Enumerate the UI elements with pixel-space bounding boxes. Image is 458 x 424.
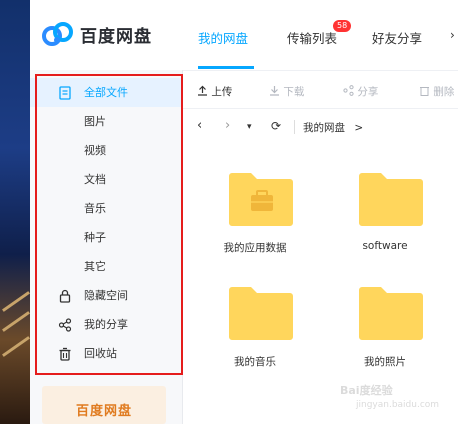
app-logo-text: 百度网盘	[80, 27, 152, 47]
delete-label: 删除	[433, 86, 455, 98]
sidebar-item-other[interactable]: 其它	[30, 252, 182, 281]
document-icon	[59, 86, 71, 100]
sidebar-item-label: 音乐	[84, 202, 106, 215]
refresh-icon[interactable]: ⟳	[271, 119, 281, 133]
folder-icon	[359, 173, 423, 226]
folder-item[interactable]: 我的音乐	[205, 284, 305, 384]
baidu-netdisk-window: 百度网盘 我的网盘 传输列表 58 好友分享 › 全部文件 图片 视频 文档 音…	[30, 0, 458, 424]
share-toolbar-icon	[343, 85, 354, 96]
sidebar-item-my-shares[interactable]: 我的分享	[30, 310, 182, 339]
file-toolbar: 上传 下载 分享 删除	[183, 78, 458, 106]
sidebar-item-label: 视频	[84, 144, 106, 157]
trash-icon	[59, 347, 71, 361]
sidebar-item-images[interactable]: 图片	[30, 107, 182, 136]
folder-icon	[229, 287, 293, 340]
history-dropdown-icon[interactable]: ▾	[247, 122, 252, 132]
sidebar-item-torrents[interactable]: 种子	[30, 223, 182, 252]
back-arrow-icon[interactable]: ‹	[197, 118, 202, 133]
breadcrumb[interactable]: 我的网盘 >	[303, 120, 363, 135]
sidebar-item-label: 我的分享	[84, 318, 128, 331]
upload-label: 上传	[211, 86, 233, 98]
sidebar-item-label: 种子	[84, 231, 106, 244]
tab-transfer-list[interactable]: 传输列表	[287, 28, 337, 47]
tab-friend-share[interactable]: 好友分享	[372, 28, 422, 47]
sidebar-item-all-files[interactable]: 全部文件	[30, 78, 182, 107]
sidebar-item-hidden-space[interactable]: 隐藏空间	[30, 281, 182, 310]
share-button[interactable]: 分享	[343, 84, 378, 99]
sidebar-item-recycle-bin[interactable]: 回收站	[30, 339, 182, 368]
sidebar-item-videos[interactable]: 视频	[30, 136, 182, 165]
briefcase-folder-icon	[229, 173, 293, 226]
transfer-count-badge: 58	[333, 20, 352, 32]
delete-icon	[420, 87, 429, 96]
folder-item[interactable]: 我的应用数据	[205, 170, 305, 270]
delete-button[interactable]: 删除	[419, 84, 454, 99]
promo-text: 百度网盘	[76, 404, 133, 419]
file-name: software	[362, 240, 408, 252]
desktop-background	[0, 0, 32, 424]
file-name: 我的应用数据	[223, 242, 287, 254]
path-divider	[294, 120, 295, 134]
watermark-sub: jingyan.baidu.com	[356, 400, 440, 410]
more-tabs-icon[interactable]: ›	[450, 28, 458, 42]
baidu-netdisk-logo-icon	[42, 22, 73, 46]
app-header: 百度网盘 我的网盘 传输列表 58 好友分享 ›	[30, 0, 458, 71]
sidebar-item-documents[interactable]: 文档	[30, 165, 182, 194]
download-icon	[270, 86, 279, 96]
active-tab-indicator	[198, 66, 254, 69]
toolbar-divider	[183, 108, 458, 109]
sidebar-item-label: 文档	[84, 173, 106, 186]
sidebar-item-label: 全部文件	[84, 86, 128, 99]
download-button[interactable]: 下载	[269, 84, 304, 99]
sidebar-item-label: 回收站	[84, 347, 117, 360]
sidebar-item-music[interactable]: 音乐	[30, 194, 182, 223]
lock-icon	[59, 289, 71, 303]
folder-icon	[359, 287, 423, 340]
folder-item[interactable]: 我的照片	[335, 284, 435, 384]
upload-button[interactable]: 上传	[197, 84, 232, 99]
sidebar-item-label: 隐藏空间	[84, 289, 128, 302]
path-bar: ‹ › ▾ ⟳ 我的网盘 >	[183, 114, 458, 140]
folder-item[interactable]: software	[335, 170, 435, 270]
breadcrumb-current[interactable]: 我的网盘	[303, 122, 345, 134]
share-icon	[58, 318, 72, 332]
promo-banner[interactable]: 百度网盘	[42, 386, 166, 424]
tab-my-netdisk[interactable]: 我的网盘	[198, 28, 248, 47]
file-name: 我的音乐	[234, 356, 276, 368]
upload-icon	[198, 85, 207, 96]
sidebar-item-label: 其它	[84, 260, 106, 273]
sidebar-item-label: 图片	[84, 115, 106, 128]
sidebar: 全部文件 图片 视频 文档 音乐 种子 其它 隐藏空间 我的分享 回收站	[30, 70, 182, 424]
file-name: 我的照片	[364, 356, 406, 368]
watermark-text: Bai度经验	[340, 384, 393, 397]
download-label: 下载	[283, 86, 305, 98]
share-label: 分享	[357, 86, 379, 98]
watermark: Bai度经验 jingyan.baidu.com	[340, 382, 450, 418]
forward-arrow-icon[interactable]: ›	[225, 118, 230, 133]
breadcrumb-separator: >	[354, 122, 364, 134]
